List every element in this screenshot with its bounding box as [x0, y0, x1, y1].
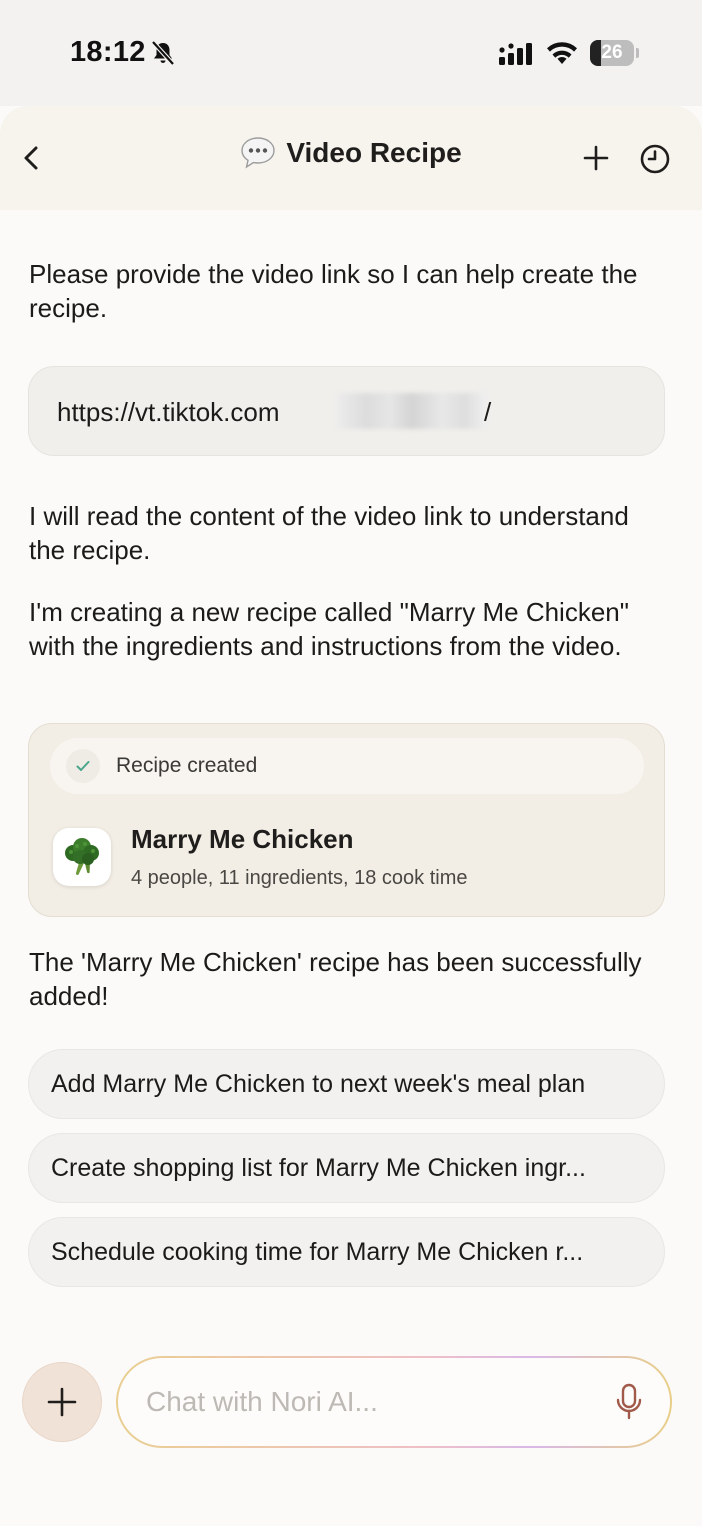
chat-input[interactable]: Chat with Nori AI...	[118, 1358, 670, 1446]
microphone-icon[interactable]	[614, 1382, 644, 1422]
plus-icon	[47, 1387, 77, 1417]
assistant-message: I will read the content of the video lin…	[29, 501, 629, 565]
suggestion-chip[interactable]: Create shopping list for Marry Me Chicke…	[28, 1133, 665, 1203]
page-title-text: Video Recipe	[286, 137, 462, 168]
user-link-text: https://vt.tiktok.com	[57, 397, 280, 427]
wifi-icon	[547, 42, 577, 64]
recipe-card[interactable]: Recipe created Marry Me Chicken 4 people…	[28, 723, 665, 917]
new-chat-plus-icon[interactable]	[578, 140, 614, 176]
assistant-message: Please provide the video link so I can h…	[29, 259, 638, 323]
speech-bubble-icon	[241, 137, 276, 169]
battery-icon: 26	[590, 40, 634, 66]
bell-slash-icon	[151, 40, 175, 66]
cellular-signal-icon	[499, 43, 532, 65]
suggestion-text: Create shopping list for Marry Me Chicke…	[51, 1153, 586, 1182]
suggestion-chip[interactable]: Add Marry Me Chicken to next week's meal…	[28, 1049, 665, 1119]
recipe-meta: 4 people, 11 ingredients, 18 cook time	[131, 867, 468, 889]
user-message-bubble: https://vt.tiktok.com /	[28, 366, 665, 456]
assistant-message: I'm creating a new recipe called "Marry …	[29, 597, 629, 661]
redacted-region	[337, 393, 487, 429]
recipe-status-pill: Recipe created	[50, 738, 644, 794]
status-time: 18:12	[70, 36, 146, 68]
top-bar: Video Recipe	[0, 106, 702, 210]
clock-history-icon[interactable]	[636, 140, 674, 178]
suggestion-chip[interactable]: Schedule cooking time for Marry Me Chick…	[28, 1217, 665, 1287]
status-bar: 18:12 26	[0, 0, 702, 106]
check-icon	[66, 749, 100, 783]
battery-tip	[636, 48, 639, 58]
suggestion-text: Add Marry Me Chicken to next week's meal…	[51, 1069, 586, 1098]
assistant-message: The 'Marry Me Chicken' recipe has been s…	[29, 947, 642, 1011]
chat-input-wrapper: Chat with Nori AI...	[116, 1356, 672, 1448]
battery-level: 26	[601, 42, 623, 63]
recipe-status-text: Recipe created	[116, 754, 258, 777]
add-attachment-button[interactable]	[22, 1362, 102, 1442]
user-link-suffix: /	[484, 397, 492, 427]
chat-input-placeholder: Chat with Nori AI...	[146, 1386, 378, 1417]
suggestion-text: Schedule cooking time for Marry Me Chick…	[51, 1237, 584, 1266]
recipe-name: Marry Me Chicken	[131, 824, 354, 854]
broccoli-icon	[53, 828, 111, 886]
